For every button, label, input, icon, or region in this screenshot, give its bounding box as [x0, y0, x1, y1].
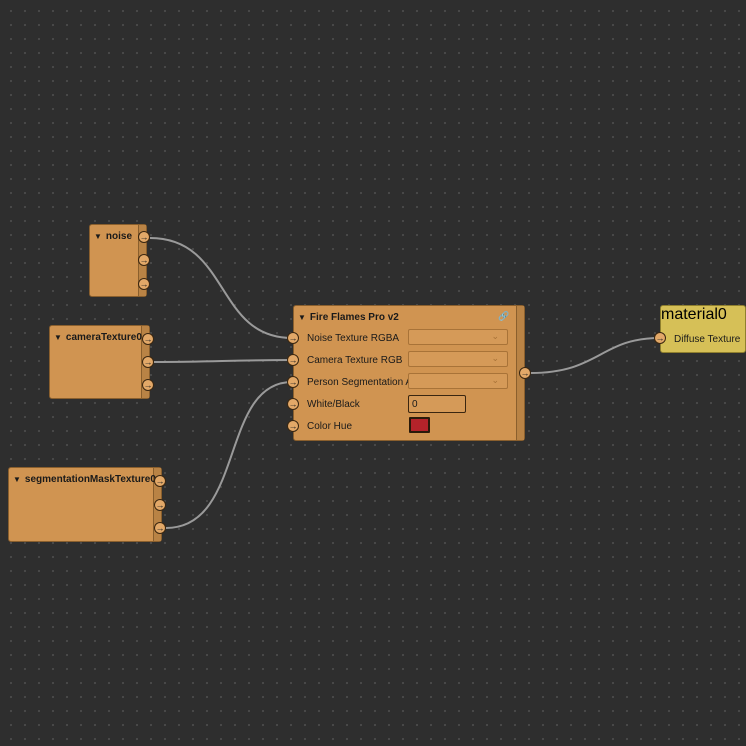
fire-input-port-camera[interactable]: →: [287, 354, 299, 366]
camera-output-port-1[interactable]: →: [142, 333, 154, 345]
chevron-down-icon: ⌄: [491, 375, 499, 385]
camera-texture-dropdown[interactable]: ⌄: [408, 351, 508, 367]
arrow-right-icon: →: [288, 398, 298, 409]
segmentation-output-port-3[interactable]: →: [154, 522, 166, 534]
arrow-right-icon: →: [139, 278, 149, 289]
segmentation-output-port-2[interactable]: →: [154, 499, 166, 511]
fire-node-title: Fire Flames Pro v2: [309, 312, 399, 323]
input-label-camera-texture: Camera Texture RGB: [307, 355, 403, 366]
camera-output-port-2[interactable]: →: [142, 356, 154, 368]
input-label-diffuse-texture: Diffuse Texture: [674, 334, 741, 345]
arrow-right-icon: →: [143, 356, 153, 367]
fire-input-port-color-hue[interactable]: →: [287, 420, 299, 432]
noise-node-title: noise: [105, 231, 133, 242]
arrow-right-icon: →: [288, 420, 298, 431]
material-node[interactable]: material0 Diffuse Texture: [660, 305, 746, 353]
white-black-value-field[interactable]: [408, 395, 466, 413]
link-icon[interactable]: 🔗: [498, 311, 509, 322]
arrow-right-icon: →: [139, 254, 149, 265]
noise-output-port-3[interactable]: →: [138, 278, 150, 290]
segmentation-node-title: segmentationMaskTexture0: [24, 474, 156, 485]
collapse-triangle-icon[interactable]: ▼: [54, 333, 62, 342]
arrow-right-icon: →: [288, 376, 298, 387]
camera-texture-node[interactable]: ▼ cameraTexture0: [49, 325, 150, 399]
fire-input-port-noise[interactable]: →: [287, 332, 299, 344]
node-graph-canvas[interactable]: ▼ noise → → → ▼ cameraTexture0 → → → ▼ segm…: [0, 0, 746, 746]
fire-node-header[interactable]: ▼ Fire Flames Pro v2: [298, 312, 399, 323]
wire-fire-output-to-diffuse: [529, 337, 661, 374]
segmentation-node-header[interactable]: ▼ segmentationMaskTexture0: [13, 474, 156, 485]
color-hue-swatch[interactable]: [409, 417, 430, 433]
material-node-title[interactable]: material0: [661, 306, 745, 324]
material-input-port-diffuse[interactable]: →: [654, 332, 666, 344]
fire-input-port-segmentation[interactable]: →: [287, 376, 299, 388]
chevron-down-icon: ⌄: [491, 353, 499, 363]
arrow-right-icon: →: [155, 522, 165, 533]
wire-noise-to-noise-texture: [149, 237, 293, 339]
wire-segmentation-to-person-segmentation: [165, 381, 293, 529]
arrow-right-icon: →: [143, 379, 153, 390]
arrow-right-icon: →: [139, 231, 149, 242]
arrow-right-icon: →: [655, 332, 665, 343]
noise-node-header[interactable]: ▼ noise: [94, 231, 132, 242]
person-segmentation-dropdown[interactable]: ⌄: [408, 373, 508, 389]
input-label-white-black: White/Black: [307, 399, 360, 410]
collapse-triangle-icon[interactable]: ▼: [13, 475, 21, 484]
arrow-right-icon: →: [288, 332, 298, 343]
input-label-color-hue: Color Hue: [307, 421, 353, 432]
segmentation-mask-node[interactable]: ▼ segmentationMaskTexture0: [8, 467, 162, 542]
noise-output-port-1[interactable]: →: [138, 231, 150, 243]
wire-camera-to-camera-texture: [153, 359, 293, 363]
segmentation-output-port-1[interactable]: →: [154, 475, 166, 487]
fire-output-port[interactable]: →: [519, 367, 531, 379]
camera-node-header[interactable]: ▼ cameraTexture0: [54, 332, 142, 343]
arrow-right-icon: →: [155, 475, 165, 486]
collapse-triangle-icon[interactable]: ▼: [298, 313, 306, 322]
arrow-right-icon: →: [155, 499, 165, 510]
camera-output-port-3[interactable]: →: [142, 379, 154, 391]
collapse-triangle-icon[interactable]: ▼: [94, 232, 102, 241]
noise-output-port-2[interactable]: →: [138, 254, 150, 266]
arrow-right-icon: →: [288, 354, 298, 365]
chevron-down-icon: ⌄: [491, 331, 499, 341]
arrow-right-icon: →: [143, 333, 153, 344]
noise-texture-dropdown[interactable]: ⌄: [408, 329, 508, 345]
input-label-person-segmentation: Person Segmentation A: [307, 377, 413, 388]
camera-node-title: cameraTexture0: [65, 332, 142, 343]
input-label-noise-texture: Noise Texture RGBA: [307, 333, 400, 344]
arrow-right-icon: →: [520, 367, 530, 378]
fire-input-port-white-black[interactable]: →: [287, 398, 299, 410]
